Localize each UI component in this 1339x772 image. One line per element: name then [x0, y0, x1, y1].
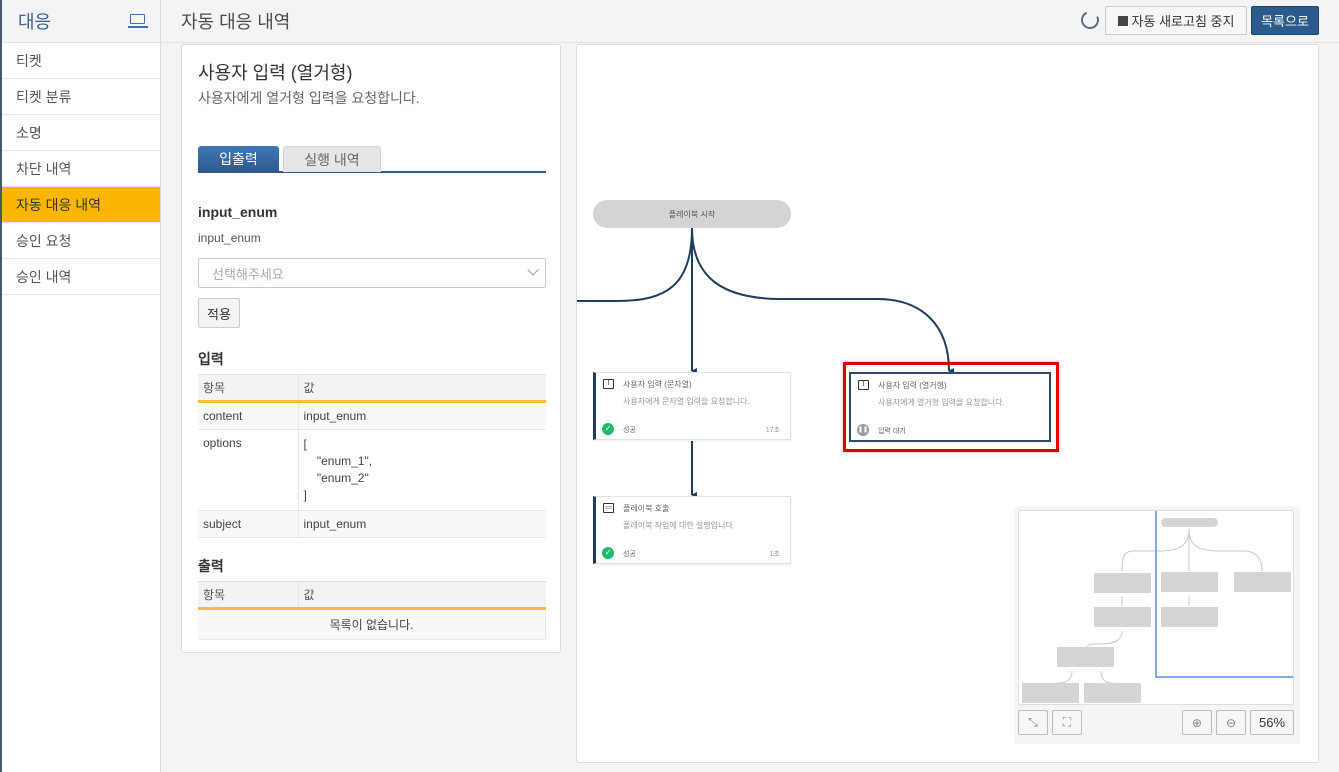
output-col-value: 값 [298, 581, 546, 610]
input-table: 항목 값 content input_enum options [ "enum_… [198, 374, 546, 538]
table-row: content input_enum [198, 401, 546, 430]
node-status: 성공 [623, 427, 636, 434]
input-col-key: 항목 [198, 374, 299, 403]
tab-input-output[interactable]: 입출력 [198, 146, 279, 172]
node-description: 사용자에게 문자열 입력을 요청합니다. [623, 397, 750, 406]
empty-message: 목록이 없습니다. [198, 608, 546, 640]
node-title: 플레이북 호출 [623, 504, 670, 513]
node-title: 사용자 입력 (문자열) [623, 380, 692, 389]
minimap[interactable] [1018, 510, 1294, 705]
output-col-key: 항목 [198, 581, 299, 610]
minimap-node [1161, 572, 1218, 592]
sidebar-item-ticket-category[interactable]: 티켓 분류 [2, 79, 160, 115]
node-duration: 1초 [769, 551, 780, 558]
node-description: 플레이북 작업에 대한 설명입니다 [623, 521, 733, 530]
page-title: 자동 대응 내역 [181, 12, 291, 32]
flow-node-string-input[interactable]: I 사용자 입력 (문자열) 사용자에게 문자열 입력을 요청합니다. ✓ 성공… [593, 372, 791, 440]
detail-panel: 사용자 입력 (열거형) 사용자에게 열거형 입력을 요청합니다. 입출력 실행… [181, 44, 561, 653]
sidebar-item-ticket[interactable]: 티켓 [2, 43, 160, 79]
edge-start-to-enum-input [691, 227, 955, 374]
sidebar: 대응 티켓 티켓 분류 소명 차단 내역 자동 대응 내역 승인 요청 승인 내… [0, 0, 161, 772]
minimap-node [1084, 683, 1141, 703]
sidebar-item-block-history[interactable]: 차단 내역 [2, 151, 160, 187]
node-description: 사용자에게 열거형 입력을 요청합니다. [878, 398, 1005, 407]
row-key: subject [198, 510, 299, 538]
flow-canvas[interactable]: 플레이북 시작 I 사용자 입력 (문자열) 사용자에게 문자열 입력을 요청합… [576, 44, 1319, 763]
stop-icon [1117, 15, 1128, 26]
sidebar-item-auto-response-history[interactable]: 자동 대응 내역 [2, 187, 160, 223]
sidebar-item-approval-history[interactable]: 승인 내역 [2, 259, 160, 295]
edge-start-to-offscreen [577, 227, 693, 302]
success-check-icon: ✓ [602, 547, 614, 559]
enum-select-placeholder: 선택해주세요 [212, 266, 284, 282]
collapse-button[interactable]: ⤡ [1018, 710, 1048, 735]
output-table: 항목 값 목록이 없습니다. [198, 581, 546, 640]
minimap-node [1094, 573, 1151, 593]
node-status: 입력 대기 [878, 428, 906, 435]
tab-execution-history[interactable]: 실행 내역 [283, 146, 381, 172]
stop-auto-refresh-label: 자동 새로고침 중지 [1131, 14, 1235, 29]
loading-spinner-icon [1078, 8, 1102, 32]
minimap-node [1094, 607, 1151, 627]
minimap-panel: ⤡ ⛶ ⊕ ⊖ 56% [1014, 506, 1300, 744]
node-duration: 17초 [765, 427, 780, 434]
laptop-icon[interactable] [128, 14, 148, 28]
collapse-arrows-icon: ⤡ [1028, 715, 1038, 729]
zoom-in-button[interactable]: ⊕ [1182, 710, 1212, 735]
zoom-out-icon: ⊖ [1225, 715, 1237, 730]
row-value: input_enum [298, 401, 546, 430]
sidebar-item-approval-request[interactable]: 승인 요청 [2, 223, 160, 259]
fit-screen-button[interactable]: ⛶ [1052, 710, 1082, 735]
enum-select[interactable]: 선택해주세요 [198, 258, 546, 288]
sidebar-header: 대응 [2, 0, 160, 43]
zoom-level: 56% [1250, 710, 1294, 735]
minimap-graph [1022, 511, 1293, 703]
sidebar-title: 대응 [18, 12, 52, 32]
minimap-node [1161, 607, 1218, 627]
fullscreen-icon: ⛶ [1062, 715, 1072, 729]
success-check-icon: ✓ [602, 423, 614, 435]
minimap-start-node [1161, 518, 1218, 527]
output-section-title: 출력 [198, 558, 224, 574]
detail-description: 사용자에게 열거형 입력을 요청합니다. [198, 90, 420, 106]
detail-title: 사용자 입력 (열거형) [198, 63, 353, 83]
apply-button[interactable]: 적용 [198, 298, 240, 328]
flow-node-playbook-call[interactable]: ▭ 플레이북 호출 플레이북 작업에 대한 설명입니다 ✓ 성공 1초 [593, 496, 791, 564]
detail-tabs: 입출력 실행 내역 [198, 146, 546, 173]
start-node[interactable]: 플레이북 시작 [593, 200, 791, 228]
field-name: input_enum [198, 204, 278, 220]
pause-icon: ❚❚ [857, 424, 869, 436]
row-value: input_enum [298, 510, 546, 538]
text-cursor-icon: I [603, 379, 614, 389]
flow-node-enum-input[interactable]: I 사용자 입력 (열거형) 사용자에게 열거형 입력을 요청합니다. ❚❚ 입… [849, 372, 1051, 442]
minimap-node [1022, 683, 1079, 703]
row-value: [ "enum_1", "enum_2" ] [298, 429, 546, 511]
table-row: subject input_enum [198, 510, 546, 538]
zoom-out-button[interactable]: ⊖ [1216, 710, 1246, 735]
sidebar-item-explanation[interactable]: 소명 [2, 115, 160, 151]
text-cursor-icon: I [858, 380, 869, 390]
minimap-node [1057, 647, 1114, 667]
chevron-down-icon [527, 264, 539, 276]
input-col-value: 값 [298, 374, 546, 403]
stop-auto-refresh-button[interactable]: 자동 새로고침 중지 [1105, 6, 1247, 35]
table-row: options [ "enum_1", "enum_2" ] [198, 429, 546, 511]
row-key: options [198, 429, 299, 511]
row-key: content [198, 401, 299, 430]
minimap-viewport [1155, 511, 1293, 678]
empty-row: 목록이 없습니다. [198, 608, 546, 640]
back-to-list-button[interactable]: 목록으로 [1251, 6, 1319, 35]
node-title: 사용자 입력 (열거형) [878, 381, 947, 390]
window-icon: ▭ [603, 503, 614, 513]
zoom-in-icon: ⊕ [1191, 715, 1203, 730]
header-divider [161, 42, 1339, 43]
field-label: input_enum [198, 231, 261, 245]
minimap-node [1234, 572, 1291, 592]
input-section-title: 입력 [198, 351, 224, 367]
node-status: 성공 [623, 551, 636, 558]
